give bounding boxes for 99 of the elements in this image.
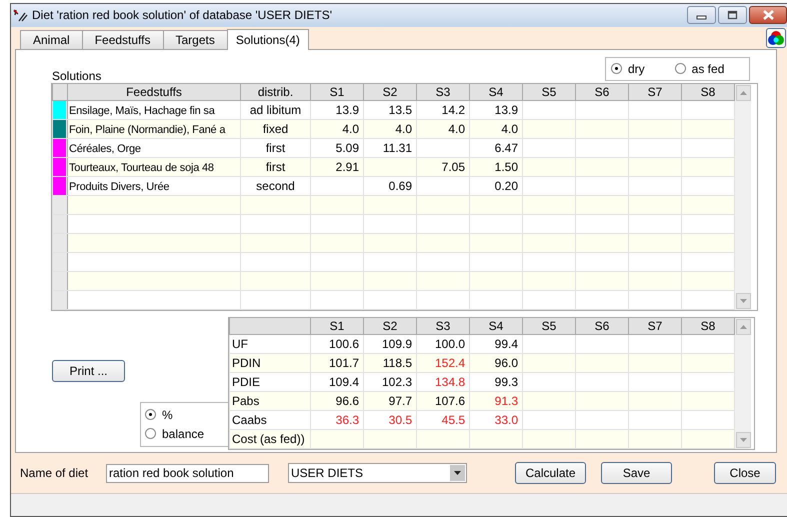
table-cell: 30.5 xyxy=(364,410,416,430)
table-cell: first xyxy=(240,138,310,158)
table-cell: 7.05 xyxy=(416,157,470,176)
section-label: Solutions xyxy=(52,68,102,83)
column-header: S3 xyxy=(416,84,470,100)
table-cell: Céréales, Orge xyxy=(69,142,141,155)
table-cell: 33.0 xyxy=(470,410,522,430)
radio-button[interactable]: dry xyxy=(611,62,645,76)
dialog-button[interactable]: Close xyxy=(714,462,776,484)
table-cell: 97.7 xyxy=(364,391,416,410)
table-cell: 5.09 xyxy=(310,138,364,158)
dialog-button[interactable]: Save xyxy=(601,462,672,484)
tab[interactable]: Targets xyxy=(162,30,228,49)
table-cell: 4.0 xyxy=(364,119,416,138)
tab[interactable]: Animal xyxy=(20,30,83,49)
table-cell: 1.50 xyxy=(470,157,522,176)
table-cell: ad libitum xyxy=(240,100,310,120)
table-cell: Tourteaux, Tourteau de soja 48 xyxy=(69,162,214,174)
row-label: Caabs xyxy=(230,410,310,430)
row-label: Cost (as fed)) xyxy=(230,429,310,448)
table-cell: first xyxy=(240,157,310,176)
column-header: S5 xyxy=(522,318,576,334)
table-cell: 134.8 xyxy=(416,372,470,392)
row-label: PDIE xyxy=(230,372,310,392)
radio-button[interactable]: % xyxy=(145,408,229,422)
close-icon xyxy=(762,9,774,22)
database-dropdown[interactable]: USER DIETS xyxy=(288,463,467,484)
help-button[interactable] xyxy=(766,28,786,48)
column-header: S8 xyxy=(682,318,734,334)
name-field[interactable]: ration red book solution xyxy=(106,464,269,483)
table-cell: 4.0 xyxy=(470,119,522,138)
radio-button[interactable]: as fed xyxy=(674,62,724,76)
column-header: S6 xyxy=(576,318,628,334)
table-cell: 99.3 xyxy=(470,372,522,392)
row-label: UF xyxy=(230,334,310,354)
table-cell: 91.3 xyxy=(470,391,522,410)
maximize-button[interactable] xyxy=(718,6,747,24)
table-cell: 13.9 xyxy=(310,100,364,120)
table-cell: 152.4 xyxy=(416,353,470,372)
scroll-up-icon xyxy=(736,84,750,101)
column-header: S5 xyxy=(522,84,576,100)
table-cell: 102.3 xyxy=(364,372,416,392)
field-label: Name of diet xyxy=(20,466,90,480)
scrollbar[interactable] xyxy=(735,84,751,310)
table-cell: Ensilage, Maïs, Hachage fin sa xyxy=(69,104,215,117)
column-header: S4 xyxy=(470,84,522,100)
maximize-icon xyxy=(727,10,738,20)
tab[interactable]: Solutions(4) xyxy=(226,28,309,50)
table-cell: 13.9 xyxy=(470,100,522,120)
column-header: S7 xyxy=(628,318,682,334)
table-cell: 13.5 xyxy=(364,100,416,120)
table-cell: 45.5 xyxy=(416,410,470,430)
table-cell: second xyxy=(240,176,310,196)
column-header: S6 xyxy=(576,84,628,100)
tab[interactable]: Feedstuffs xyxy=(82,30,164,49)
table-cell: 101.7 xyxy=(310,353,364,372)
table-cell: 109.4 xyxy=(310,372,364,392)
color-circles-icon xyxy=(768,30,784,46)
row-label: PDIN xyxy=(230,353,310,372)
dialog-button[interactable]: Calculate xyxy=(515,462,586,484)
table-cell: Produits Divers, Urée xyxy=(69,180,170,193)
column-header: S3 xyxy=(416,318,470,334)
table-cell: 96.6 xyxy=(310,391,364,410)
table-cell: 107.6 xyxy=(416,391,470,410)
column-header: distrib. xyxy=(240,84,310,100)
app-icon xyxy=(13,8,28,22)
table-cell: 118.5 xyxy=(364,353,416,372)
table-cell: 96.0 xyxy=(470,353,522,372)
table-cell: fixed xyxy=(240,119,310,138)
table-cell: 2.91 xyxy=(310,157,364,176)
table-cell: 100.0 xyxy=(416,334,470,354)
close-button[interactable] xyxy=(749,6,787,24)
table-cell: 109.9 xyxy=(364,334,416,354)
column-header: Feedstuffs xyxy=(68,84,240,100)
table-cell: 4.0 xyxy=(310,119,364,138)
column-header: S7 xyxy=(628,84,682,100)
column-header: S2 xyxy=(364,84,416,100)
scroll-up-icon xyxy=(736,318,750,335)
column-header: S8 xyxy=(682,84,734,100)
table-cell: 100.6 xyxy=(310,334,364,354)
table-cell: 36.3 xyxy=(310,410,364,430)
table-cell: 6.47 xyxy=(470,138,522,158)
table-cell: 0.69 xyxy=(364,176,416,196)
table-cell: 4.0 xyxy=(416,119,470,138)
column-header: S4 xyxy=(470,318,522,334)
column-header: S2 xyxy=(364,318,416,334)
table-cell: 14.2 xyxy=(416,100,470,120)
table-cell: 0.20 xyxy=(470,176,522,196)
row-label: Pabs xyxy=(230,391,310,410)
table-cell: 11.31 xyxy=(364,138,416,158)
print-button[interactable]: Print ... xyxy=(52,360,125,382)
radio-button[interactable]: balance xyxy=(145,426,229,441)
scrollbar[interactable] xyxy=(735,318,751,449)
minimize-button[interactable] xyxy=(687,6,716,24)
window-title: Diet 'ration red book solution' of database 'USER DIETS' xyxy=(32,8,332,22)
column-header: S1 xyxy=(310,318,364,334)
table-cell: Foin, Plaine (Normandie), Fané a xyxy=(69,124,226,136)
column-header: S1 xyxy=(310,84,364,100)
table-cell: 99.4 xyxy=(470,334,522,354)
